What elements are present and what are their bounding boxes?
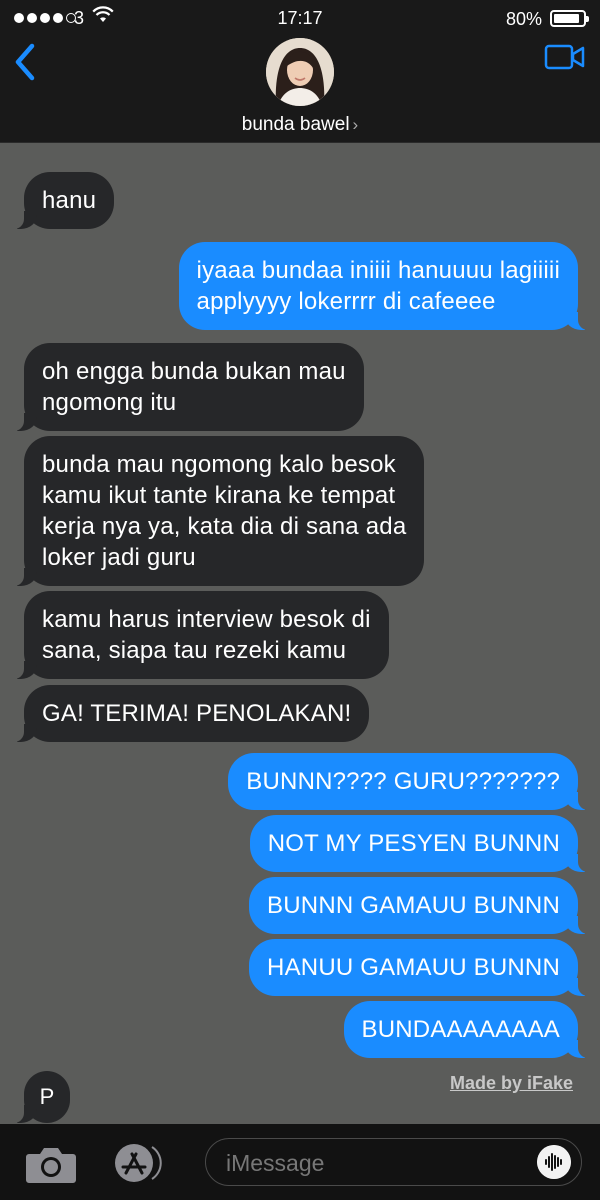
message-bubble-incoming[interactable]: GA! TERIMA! PENOLAKAN!: [13, 685, 370, 742]
message-bubble-outgoing[interactable]: BUNDAAAAAAAA: [343, 1001, 589, 1058]
message-line: BUNNN GAMAUU BUNNN: [267, 892, 560, 919]
app-store-icon[interactable]: [110, 1141, 168, 1185]
message-bubble-incoming[interactable]: oh engga bunda bukan mau ngomong itu: [14, 343, 364, 431]
contact-avatar[interactable]: [266, 38, 334, 106]
composer-bar: iMessage: [0, 1124, 600, 1200]
typing-bubble: P: [14, 1071, 70, 1123]
message-input-placeholder: iMessage: [226, 1150, 325, 1176]
audio-waveform-icon[interactable]: [537, 1145, 571, 1179]
message-bubble-incoming[interactable]: hanu: [13, 172, 115, 229]
message-bubble-outgoing[interactable]: NOT MY PESYEN BUNNN: [249, 815, 589, 872]
message-line: GA! TERIMA! PENOLAKAN!: [42, 700, 352, 727]
watermark-link[interactable]: Made by iFake: [450, 1073, 573, 1094]
status-bar: 3 17:17 80%: [0, 0, 600, 38]
message-line: hanu: [42, 187, 97, 214]
chevron-right-icon: ›: [352, 115, 359, 134]
camera-icon[interactable]: [25, 1144, 77, 1184]
message-bubble-outgoing[interactable]: HANUU GAMAUU BUNNN: [249, 939, 588, 996]
message-input[interactable]: iMessage: [205, 1138, 582, 1186]
message-line: applyyyy lokerrrr di cafeeee: [196, 288, 496, 315]
video-camera-icon[interactable]: [544, 42, 586, 72]
message-bubble-outgoing[interactable]: BUNNN GAMAUU BUNNN: [249, 877, 588, 934]
message-line: BUNDAAAAAAAA: [361, 1016, 560, 1043]
message-line: oh engga bunda bukan mau: [42, 358, 346, 385]
message-line: ngomong itu: [42, 389, 177, 416]
message-line: kerja nya ya, kata dia di sana ada: [42, 513, 407, 540]
battery-icon: [550, 10, 589, 27]
chevron-left-icon[interactable]: [10, 40, 40, 84]
conversation-header: 3 17:17 80% bunda bawel ›: [0, 0, 600, 143]
message-line: sana, siapa tau rezeki kamu: [42, 637, 347, 664]
message-bubble-outgoing[interactable]: BUNNN???? GURU???????: [228, 753, 588, 810]
contact-name-label: bunda bawel: [241, 114, 350, 135]
message-line: NOT MY PESYEN BUNNN: [267, 830, 560, 857]
message-bubble-incoming[interactable]: bunda mau ngomong kalo besok kamu ikut t…: [13, 436, 425, 586]
message-line: iyaaa bundaa iniiii hanuuuu lagiiiii: [196, 257, 560, 284]
message-line: BUNNN???? GURU???????: [246, 768, 560, 795]
contact-name[interactable]: bunda bawel ›: [0, 114, 600, 136]
message-line: kamu ikut tante kirana ke tempat: [42, 482, 396, 509]
message-line: kamu harus interview besok di: [42, 606, 371, 633]
message-line: HANUU GAMAUU BUNNN: [267, 954, 560, 981]
message-bubble-incoming[interactable]: kamu harus interview besok di sana, siap…: [14, 591, 389, 679]
typing-bubble-text: P: [39, 1084, 55, 1109]
message-line: loker jadi guru: [42, 544, 196, 571]
message-bubble-outgoing[interactable]: iyaaa bundaa iniiii hanuuuu lagiiiii app…: [178, 242, 589, 330]
message-line: bunda mau ngomong kalo besok: [42, 451, 396, 478]
battery-percent: 80%: [505, 9, 542, 29]
